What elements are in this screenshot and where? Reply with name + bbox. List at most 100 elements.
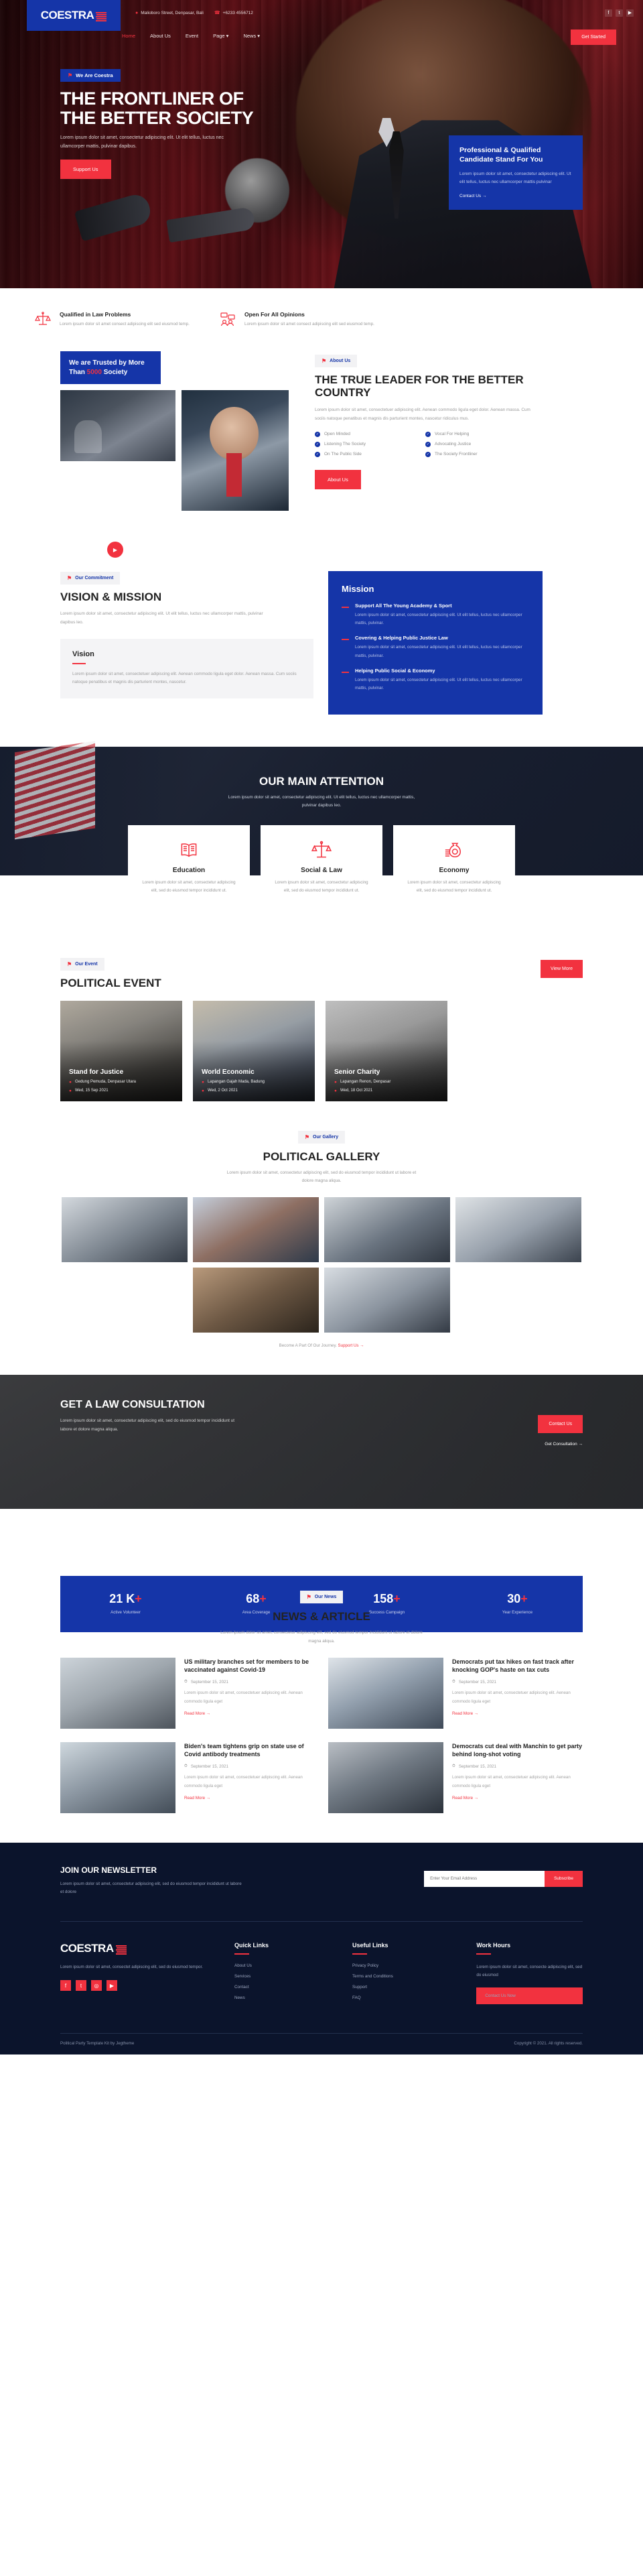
newsletter-title: JOIN OUR NEWSLETTER <box>60 1865 157 1875</box>
about-tag: ⚑ About Us <box>315 355 358 368</box>
check-icon: ✓ <box>425 431 431 437</box>
attention-card-social-law[interactable]: Social & Law Lorem ipsum dolor sit amet,… <box>261 824 382 913</box>
gallery-image[interactable] <box>62 1197 188 1263</box>
event-date: ● Wed, 15 Sep 2021 <box>69 1088 109 1093</box>
read-more-link[interactable]: Read More → <box>184 1796 210 1800</box>
gallery-image[interactable] <box>193 1197 319 1263</box>
news-list: US military branches set for members to … <box>60 1657 583 1813</box>
news-thumbnail <box>60 1741 175 1813</box>
get-consultation-link[interactable]: Get Consultation → <box>545 1442 583 1447</box>
youtube-icon[interactable]: ▶ <box>106 1980 117 1991</box>
clock-icon: ● <box>334 1088 337 1093</box>
phone-item[interactable]: ☎ +6233 4556712 <box>214 10 253 16</box>
political-gallery-section: ⚑ Our Gallery POLITICAL GALLERY Lorem ip… <box>0 1128 643 1375</box>
news-card-title: Democrats cut deal with Manchin to get p… <box>452 1742 583 1758</box>
nav-item-page[interactable]: Page ▾ <box>213 33 228 39</box>
footer-link-privacy-policy[interactable]: Privacy Policy <box>352 1963 452 1968</box>
logo-text: COESTRA <box>40 9 94 21</box>
checklist-item: ✓ Advocating Justice <box>425 441 472 447</box>
news-card[interactable]: Biden's team tightens grip on state use … <box>60 1741 315 1813</box>
gallery-grid <box>60 1197 583 1333</box>
mission-item-text: Lorem ipsum dolor sit amet, consectetur … <box>355 677 522 690</box>
flag-stripes-icon <box>96 12 107 21</box>
newsletter-email-input[interactable] <box>424 1870 545 1887</box>
flag-icon: ⚑ <box>67 961 72 967</box>
facebook-icon[interactable]: f <box>60 1980 71 1991</box>
about-image-audience <box>60 390 175 462</box>
footer-link-news[interactable]: News <box>234 1996 328 2000</box>
hero-card-contact-link[interactable]: Contact Us → <box>459 194 572 198</box>
footer-link-terms[interactable]: Terms and Conditions <box>352 1974 452 1979</box>
law-consultation-section: GET A LAW CONSULTATION Lorem ipsum dolor… <box>0 1375 643 1633</box>
attention-card-economy[interactable]: Economy Lorem ipsum dolor sit amet, cons… <box>393 824 515 913</box>
news-card[interactable]: US military branches set for members to … <box>60 1657 315 1729</box>
nav-item-home[interactable]: Home <box>122 33 135 39</box>
news-date: ⏱ September 15, 2021 <box>184 1679 228 1684</box>
footer-link-faq[interactable]: FAQ <box>352 1996 452 2000</box>
event-card[interactable]: Stand for Justice ● Gedung Pemuda, Denpas… <box>60 1000 182 1101</box>
event-card[interactable]: World Economic ● Lapangan Gajah Mada, Bad… <box>193 1000 315 1101</box>
gallery-tag-label: Our Gallery <box>313 1134 339 1140</box>
nav-item-about-us[interactable]: About Us <box>150 33 171 39</box>
view-more-button[interactable]: View More <box>541 959 583 978</box>
read-more-link[interactable]: Read More → <box>452 1711 478 1716</box>
support-us-button[interactable]: Support Us <box>60 160 111 180</box>
political-event-section: ⚑ Our Event POLITICAL EVENT View More St… <box>0 875 643 1128</box>
gallery-title: POLITICAL GALLERY <box>263 1150 380 1163</box>
twitter-icon[interactable]: t <box>76 1980 86 1991</box>
attention-header: OUR MAIN ATTENTION Lorem ipsum dolor sit… <box>0 775 643 810</box>
footer-logo[interactable]: COESTRA <box>60 1942 210 1955</box>
instagram-icon[interactable]: ◎ <box>91 1980 102 1991</box>
flag-icon: ⚑ <box>322 358 327 365</box>
mission-item: Covering & Helping Public Justice Law Lo… <box>342 635 529 660</box>
contact-us-button[interactable]: Contact Us <box>538 1415 583 1434</box>
checklist-item: ✓ The Society Frontliner <box>425 451 478 457</box>
checklist-item: ✓ Listening The Society <box>315 441 366 447</box>
nav-item-news[interactable]: News ▾ <box>243 33 260 39</box>
mission-card: Mission Support All The Young Academy & … <box>328 571 543 715</box>
news-card[interactable]: Democrats cut deal with Manchin to get p… <box>328 1741 583 1813</box>
footer-link-support[interactable]: Support <box>352 1985 452 1989</box>
feature-text: Lorem ipsum dolor sit amet consect adipi… <box>244 322 374 326</box>
footer-column-title: Useful Links <box>352 1941 388 1949</box>
event-card[interactable]: Senior Charity ● Lapangan Renon, Denpasar… <box>326 1000 447 1101</box>
footer-link-contact[interactable]: Contact <box>234 1985 328 1989</box>
get-started-button[interactable]: Get Started <box>571 29 616 45</box>
gallery-image[interactable] <box>455 1197 581 1263</box>
attention-card-text: Lorem ipsum dolor sit amet, consectetur … <box>142 879 236 894</box>
footer-useful-links: Useful Links Privacy Policy Terms and Co… <box>352 1942 452 2010</box>
flag-icon: ⚑ <box>67 575 72 582</box>
events-header: ⚑ Our Event POLITICAL EVENT View More <box>60 957 583 990</box>
attention-card-education[interactable]: Education Lorem ipsum dolor sit amet, co… <box>128 824 250 913</box>
divider <box>476 1953 492 1955</box>
footer-logo-text: COESTRA <box>60 1941 114 1955</box>
check-icon: ✓ <box>315 441 320 447</box>
logo[interactable]: COESTRA <box>27 0 121 31</box>
hero-tag-label: We Are Coestra <box>76 72 113 78</box>
nav-item-event[interactable]: Event <box>186 33 198 39</box>
contact-us-now-button[interactable]: Contact Us Now <box>476 1987 583 2004</box>
vision-card-title: Vision <box>72 650 94 658</box>
subscribe-button[interactable]: Subscribe <box>545 1870 583 1887</box>
footer-about-text: Lorem ipsum dolor sit amet, consectet ad… <box>60 1964 203 1969</box>
gallery-image[interactable] <box>193 1268 319 1333</box>
feature-title: Qualified in Law Problems <box>60 311 131 318</box>
youtube-icon[interactable]: ▶ <box>626 9 634 17</box>
footer-social-links: f t ◎ ▶ <box>60 1980 210 1991</box>
read-more-link[interactable]: Read More → <box>452 1796 478 1800</box>
twitter-icon[interactable]: t <box>616 9 623 17</box>
flag-stripes-icon <box>115 1945 127 1955</box>
news-card[interactable]: Democrats put tax hikes on fast track af… <box>328 1657 583 1729</box>
facebook-icon[interactable]: f <box>605 9 612 17</box>
footer-link-services[interactable]: Services <box>234 1974 328 1979</box>
read-more-link[interactable]: Read More → <box>184 1711 210 1716</box>
footer-link-about-us[interactable]: About Us <box>234 1963 328 1968</box>
vision-card: Vision Lorem ipsum dolor sit amet, conse… <box>60 638 313 698</box>
dash-icon <box>342 607 349 609</box>
footer-column-title: Quick Links <box>234 1941 269 1949</box>
gallery-support-link[interactable]: Support Us → <box>338 1343 364 1348</box>
checklist-item: ✓ Vocal For Helping <box>425 431 470 437</box>
gallery-image[interactable] <box>324 1268 450 1333</box>
about-us-button[interactable]: About Us <box>315 469 361 489</box>
gallery-image[interactable] <box>324 1197 450 1263</box>
